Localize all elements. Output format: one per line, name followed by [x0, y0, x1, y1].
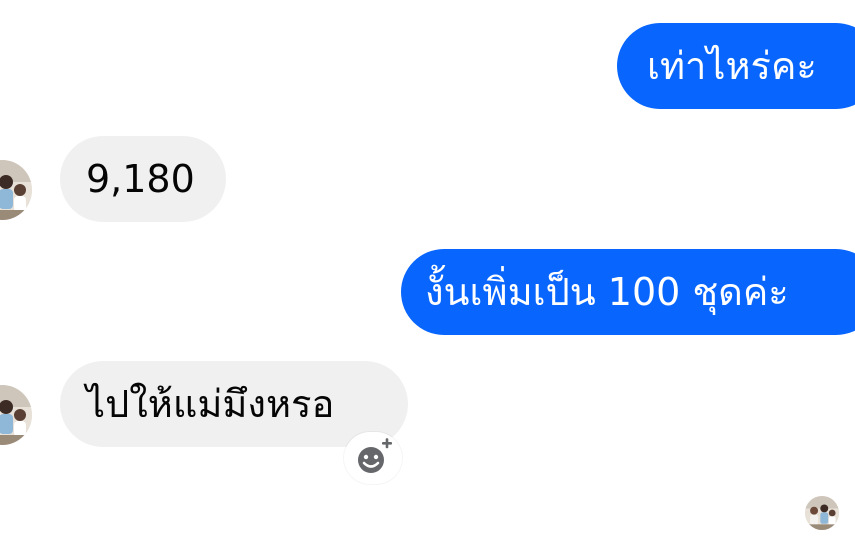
message-text: งั้นเพิ่มเป็น 100 ชุดค่ะ [425, 270, 789, 314]
contact-avatar-image [0, 160, 32, 220]
contact-avatar[interactable] [0, 160, 32, 220]
message-text: ไปให้แม่มึงหรอ [86, 382, 335, 426]
add-reaction-button[interactable] [344, 432, 402, 484]
message-text: 9,180 [86, 157, 195, 201]
message-bubble-outgoing[interactable]: เท่าไหร่คะ [617, 23, 855, 109]
seen-avatar [805, 496, 839, 530]
add-reaction-icon [358, 438, 392, 473]
chat-thread: เท่าไหร่คะ 9,180 งั้นเพิ่มเป็น 100 ชุดค่… [0, 0, 855, 553]
seen-avatar-image [805, 496, 839, 530]
message-bubble-outgoing[interactable]: งั้นเพิ่มเป็น 100 ชุดค่ะ [401, 249, 855, 335]
contact-avatar[interactable] [0, 385, 32, 445]
contact-avatar-image [0, 385, 32, 445]
message-bubble-incoming[interactable]: 9,180 [60, 136, 226, 222]
message-text: เท่าไหร่คะ [647, 44, 817, 88]
